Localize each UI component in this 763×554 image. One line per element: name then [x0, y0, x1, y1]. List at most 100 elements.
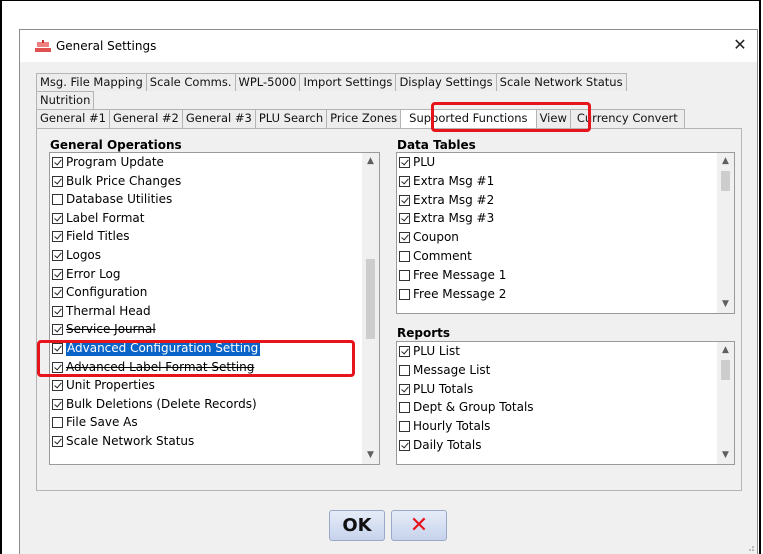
list-item[interactable]: Database Utilities [52, 190, 172, 208]
checkbox[interactable] [399, 288, 410, 300]
cancel-button[interactable]: ✕ [391, 510, 447, 541]
scroll-down-icon[interactable]: ▼ [362, 447, 379, 464]
list-item[interactable]: Extra Msg #3 [399, 209, 494, 227]
reports-scrollbar[interactable]: ▲ ▼ [717, 342, 734, 464]
checkbox[interactable] [399, 346, 410, 357]
checkbox[interactable] [399, 194, 410, 206]
tab-wpl-5000[interactable]: WPL-5000 [234, 73, 301, 91]
checkbox[interactable] [52, 212, 63, 224]
tab-general-3[interactable]: General #3 [181, 109, 256, 129]
list-item[interactable]: Daily Totals [399, 436, 481, 454]
list-item-label: PLU List [413, 344, 460, 358]
tab-scale-network-status[interactable]: Scale Network Status [495, 73, 627, 91]
scroll-thumb[interactable] [721, 171, 730, 191]
list-item[interactable]: Free Message 1 [399, 266, 506, 284]
list-item[interactable]: Service Journal [52, 320, 156, 338]
checkbox[interactable] [52, 324, 63, 336]
list-item[interactable]: Extra Msg #2 [399, 191, 494, 209]
data-tables-scrollbar[interactable]: ▲ ▼ [717, 153, 734, 313]
checkbox[interactable] [52, 305, 63, 317]
tab-general-1[interactable]: General #1 [36, 109, 110, 129]
resize-grip-icon[interactable] [745, 542, 755, 552]
list-item-label: Free Message 1 [413, 267, 507, 282]
tab-plu-search[interactable]: PLU Search [254, 109, 328, 129]
checkbox[interactable] [52, 417, 63, 429]
list-item[interactable]: Logos [52, 246, 101, 264]
checkbox[interactable] [52, 380, 63, 392]
tab-display-settings[interactable]: Display Settings [395, 73, 497, 91]
list-item[interactable]: Extra Msg #1 [399, 172, 494, 190]
list-item[interactable]: Bulk Deletions (Delete Records) [52, 395, 257, 413]
checkbox[interactable] [52, 268, 63, 280]
tab-supported-functions[interactable]: Supported Functions [400, 109, 537, 129]
list-item[interactable]: Label Format [52, 209, 144, 227]
tab-price-zones[interactable]: Price Zones [326, 109, 402, 129]
list-item[interactable]: Advanced Label Format Setting [52, 358, 254, 376]
list-item[interactable]: Hourly Totals [399, 417, 490, 435]
close-button[interactable]: ✕ [727, 34, 753, 56]
list-item[interactable]: Coupon [399, 228, 459, 246]
tab-msg-file-mapping[interactable]: Msg. File Mapping [36, 73, 147, 91]
checkbox[interactable] [52, 175, 63, 187]
list-item[interactable]: Comment [399, 247, 472, 265]
tab-nutrition[interactable]: Nutrition [36, 91, 95, 109]
checkbox[interactable] [52, 436, 63, 447]
list-item-label: Message List [413, 362, 491, 377]
tab-view[interactable]: View [535, 109, 571, 129]
list-item[interactable]: Error Log [52, 265, 121, 283]
list-item-label: Bulk Price Changes [66, 173, 182, 188]
general-operations-scrollbar[interactable]: ▲ ▼ [362, 153, 379, 464]
checkbox[interactable] [52, 343, 63, 354]
list-item[interactable]: Message List [399, 361, 490, 379]
tab-general-2[interactable]: General #2 [108, 109, 183, 129]
checkbox[interactable] [399, 421, 410, 433]
checkbox[interactable] [399, 251, 410, 262]
checkbox[interactable] [399, 232, 410, 244]
data-tables-list[interactable]: PLU Extra Msg #1 Extra Msg #2 Extra Msg #3 C… [396, 152, 735, 314]
reports-list[interactable]: PLU List Message List PLU Totals Dept & Gro… [396, 341, 735, 465]
list-item-label: Database Utilities [66, 192, 173, 207]
scroll-down-icon[interactable]: ▼ [717, 447, 734, 464]
checkbox[interactable] [399, 213, 410, 225]
checkbox[interactable] [52, 157, 63, 168]
checkbox[interactable] [399, 157, 410, 168]
ok-button[interactable]: OK [329, 510, 385, 541]
list-item[interactable]: Field Titles [52, 227, 129, 245]
tab-import-settings[interactable]: Import Settings [299, 73, 397, 91]
checkbox[interactable] [52, 361, 63, 373]
checkbox[interactable] [399, 269, 410, 281]
scroll-up-icon[interactable]: ▲ [717, 342, 734, 359]
tab-scale-comms[interactable]: Scale Comms. [145, 73, 236, 91]
checkbox[interactable] [399, 175, 410, 187]
scroll-thumb[interactable] [366, 259, 375, 339]
checkbox[interactable] [52, 287, 63, 299]
list-item[interactable]: Scale Network Status [52, 432, 194, 450]
list-item[interactable]: Thermal Head [52, 302, 151, 320]
checkbox[interactable] [399, 402, 410, 414]
list-item[interactable]: PLU List [399, 342, 460, 360]
checkbox[interactable] [399, 364, 410, 376]
scroll-thumb[interactable] [721, 360, 730, 380]
scroll-down-icon[interactable]: ▼ [717, 296, 734, 313]
checkbox[interactable] [52, 398, 63, 410]
checkbox[interactable] [52, 231, 63, 243]
checkbox[interactable] [52, 250, 63, 261]
general-operations-list[interactable]: Program Update Bulk Price Changes Database… [49, 152, 380, 465]
list-item[interactable]: PLU [399, 153, 435, 171]
scroll-up-icon[interactable]: ▲ [362, 153, 379, 170]
list-item[interactable]: Bulk Price Changes [52, 172, 181, 190]
list-item[interactable]: Program Update [52, 153, 164, 171]
list-item[interactable]: Free Message 2 [399, 285, 506, 303]
list-item[interactable]: PLU Totals [399, 380, 473, 398]
checkbox[interactable] [399, 383, 410, 395]
checkbox[interactable] [52, 194, 63, 206]
tab-currency-convert[interactable]: Currency Convert [569, 109, 685, 129]
list-item[interactable]: Configuration [52, 283, 147, 301]
ok-label: OK [342, 515, 372, 536]
list-item[interactable]: Advanced Configuration Setting [52, 339, 261, 357]
checkbox[interactable] [399, 440, 410, 451]
list-item[interactable]: Unit Properties [52, 376, 155, 394]
list-item[interactable]: Dept & Group Totals [399, 398, 534, 416]
scroll-up-icon[interactable]: ▲ [717, 153, 734, 170]
list-item[interactable]: File Save As [52, 413, 138, 431]
